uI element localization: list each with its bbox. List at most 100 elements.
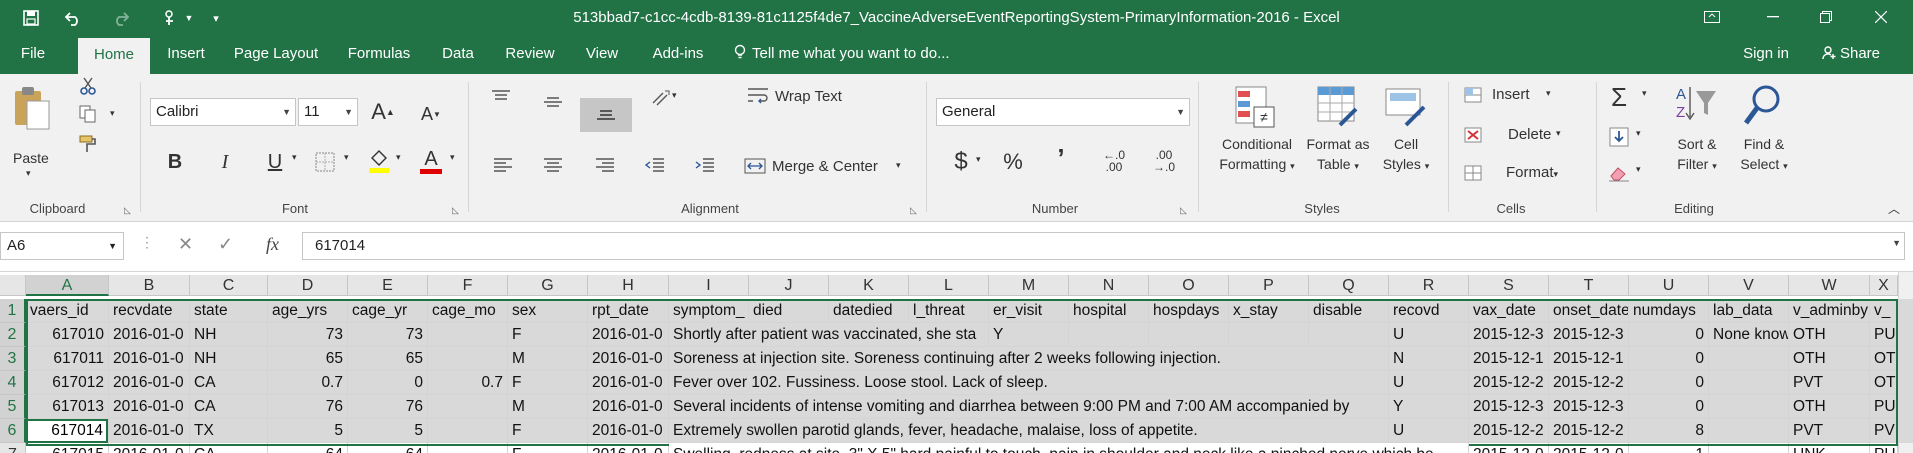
spreadsheet-grid[interactable]: A B C D E F G H I J K L M N O P Q R S T U V W X 1 vaers_id recvdat… xyxy=(0,272,1913,453)
insert-cells-label[interactable]: Insert xyxy=(1492,86,1530,103)
column-header-u[interactable]: U xyxy=(1629,275,1709,296)
data-cell[interactable]: F xyxy=(508,419,588,443)
column-header-e[interactable]: E xyxy=(348,275,428,296)
data-cell[interactable] xyxy=(1149,323,1229,347)
data-cell[interactable]: 2016-01-0 xyxy=(588,347,669,371)
data-cell[interactable]: U xyxy=(1389,371,1469,395)
row-header[interactable]: 1 xyxy=(0,299,26,323)
format-cells-icon[interactable] xyxy=(1462,162,1484,184)
column-title-cell[interactable]: v_ xyxy=(1870,299,1898,323)
column-title-cell[interactable]: recvdate xyxy=(109,299,190,323)
merge-dropdown-icon[interactable]: ▾ xyxy=(896,160,901,171)
format-cells-label[interactable]: Format▾ xyxy=(1506,164,1558,181)
data-cell[interactable]: U xyxy=(1389,419,1469,443)
tell-me-box[interactable]: Tell me what you want to do... xyxy=(734,36,1004,74)
data-cell[interactable]: 2016-01-0 xyxy=(588,443,669,453)
data-cell[interactable]: 2015-12-2 xyxy=(1469,371,1549,395)
data-cell[interactable]: OT xyxy=(1870,347,1898,371)
cancel-icon[interactable]: ✕ xyxy=(178,234,193,255)
cell-styles-label[interactable]: Cell xyxy=(1376,136,1436,152)
tab-review[interactable]: Review xyxy=(496,36,564,74)
data-cell[interactable]: 65 xyxy=(348,347,428,371)
decrease-indent-icon[interactable] xyxy=(642,154,668,178)
tab-data[interactable]: Data xyxy=(432,36,484,74)
data-cell[interactable]: 2015-12-0 xyxy=(1549,443,1629,453)
data-cell[interactable]: 2016-01-0 xyxy=(588,419,669,443)
column-title-cell[interactable]: l_threat xyxy=(909,299,989,323)
cut-icon[interactable] xyxy=(76,74,100,98)
delete-dropdown-icon[interactable]: ▾ xyxy=(1556,128,1561,139)
share-button[interactable]: Share xyxy=(1808,36,1894,74)
align-right-icon[interactable] xyxy=(592,154,618,178)
data-cell[interactable] xyxy=(428,323,508,347)
data-cell[interactable]: UNK xyxy=(1789,443,1870,453)
number-launcher-icon[interactable]: ◺ xyxy=(1180,205,1187,216)
tab-page-layout[interactable]: Page Layout xyxy=(226,36,326,74)
data-cell[interactable]: PVT xyxy=(1789,371,1870,395)
close-icon[interactable] xyxy=(1858,0,1904,34)
data-cell[interactable]: 2016-01-0 xyxy=(109,371,190,395)
comma-button[interactable]: ’ xyxy=(1048,143,1074,173)
data-cell[interactable]: 2015-12-2 xyxy=(1469,419,1549,443)
orientation-dropdown-icon[interactable]: ▾ xyxy=(672,90,677,101)
underline-dropdown-icon[interactable]: ▾ xyxy=(292,152,297,163)
column-header-o[interactable]: O xyxy=(1149,275,1229,296)
data-cell[interactable] xyxy=(428,395,508,419)
paste-dropdown-icon[interactable]: ▾ xyxy=(26,168,31,179)
find-select-label[interactable]: Find & xyxy=(1734,136,1794,152)
data-cell[interactable] xyxy=(428,419,508,443)
column-title-cell[interactable]: hospital xyxy=(1069,299,1149,323)
data-cell[interactable]: 617010 xyxy=(26,323,109,347)
clear-icon[interactable] xyxy=(1606,160,1632,186)
data-cell[interactable]: Fever over 102. Fussiness. Loose stool. … xyxy=(669,371,1389,395)
grow-font-button[interactable]: A ▲ xyxy=(370,98,396,126)
data-cell[interactable] xyxy=(428,443,508,453)
data-cell[interactable]: 1 xyxy=(1629,443,1709,453)
data-cell[interactable]: 0 xyxy=(1629,371,1709,395)
data-cell[interactable] xyxy=(1709,371,1789,395)
find-select-label-2[interactable]: Select ▾ xyxy=(1734,156,1794,172)
clipboard-launcher-icon[interactable]: ◺ xyxy=(124,205,131,216)
data-cell[interactable]: 2015-12-3 xyxy=(1469,323,1549,347)
column-title-cell[interactable]: sex xyxy=(508,299,588,323)
data-cell[interactable]: Y xyxy=(989,323,1069,347)
data-cell[interactable]: 2016-01-0 xyxy=(588,371,669,395)
data-cell[interactable]: 0 xyxy=(348,371,428,395)
data-cell[interactable]: NH xyxy=(190,323,268,347)
data-cell[interactable]: 2015-12-2 xyxy=(1549,371,1629,395)
format-painter-icon[interactable] xyxy=(76,132,100,156)
sort-filter-icon[interactable]: AZ xyxy=(1672,82,1720,128)
data-cell[interactable]: 5 xyxy=(268,419,348,443)
sort-filter-label-2[interactable]: Filter ▾ xyxy=(1666,156,1728,172)
column-header-c[interactable]: C xyxy=(190,275,268,296)
column-title-cell[interactable]: hospdays xyxy=(1149,299,1229,323)
conditional-formatting-label-2[interactable]: Formatting ▾ xyxy=(1212,156,1302,172)
data-cell[interactable] xyxy=(1229,323,1309,347)
italic-button[interactable]: I xyxy=(212,148,238,176)
cell-styles-icon[interactable] xyxy=(1382,84,1430,130)
ribbon-display-icon[interactable] xyxy=(1689,0,1735,34)
font-color-dropdown-icon[interactable]: ▾ xyxy=(450,152,455,163)
format-as-table-label-2[interactable]: Table ▾ xyxy=(1298,156,1378,172)
data-cell[interactable]: 8 xyxy=(1629,419,1709,443)
alignment-launcher-icon[interactable]: ◺ xyxy=(910,205,917,216)
row-header[interactable]: 3 xyxy=(0,347,26,371)
insert-cells-icon[interactable] xyxy=(1462,84,1484,106)
data-cell[interactable]: Extremely swollen parotid glands, fever,… xyxy=(669,419,1389,443)
column-header-s[interactable]: S xyxy=(1469,275,1549,296)
column-title-cell[interactable]: x_stay xyxy=(1229,299,1309,323)
percent-button[interactable]: % xyxy=(998,148,1028,176)
currency-dropdown-icon[interactable]: ▾ xyxy=(976,154,981,165)
fill-dropdown-icon[interactable]: ▾ xyxy=(1636,128,1641,139)
data-cell[interactable]: F xyxy=(508,371,588,395)
data-cell[interactable]: None know xyxy=(1709,323,1789,347)
data-cell[interactable]: 2016-01-0 xyxy=(109,443,190,453)
data-cell[interactable]: PV xyxy=(1870,419,1898,443)
data-cell[interactable]: PVT xyxy=(1789,419,1870,443)
data-cell[interactable]: OT xyxy=(1870,371,1898,395)
enter-icon[interactable]: ✓ xyxy=(218,234,233,255)
tab-add-ins[interactable]: Add-ins xyxy=(640,36,716,74)
column-title-cell[interactable]: died xyxy=(749,299,829,323)
decrease-decimal-button[interactable]: .00 →.0 xyxy=(1146,146,1182,176)
row-header[interactable]: 5 xyxy=(0,395,26,419)
